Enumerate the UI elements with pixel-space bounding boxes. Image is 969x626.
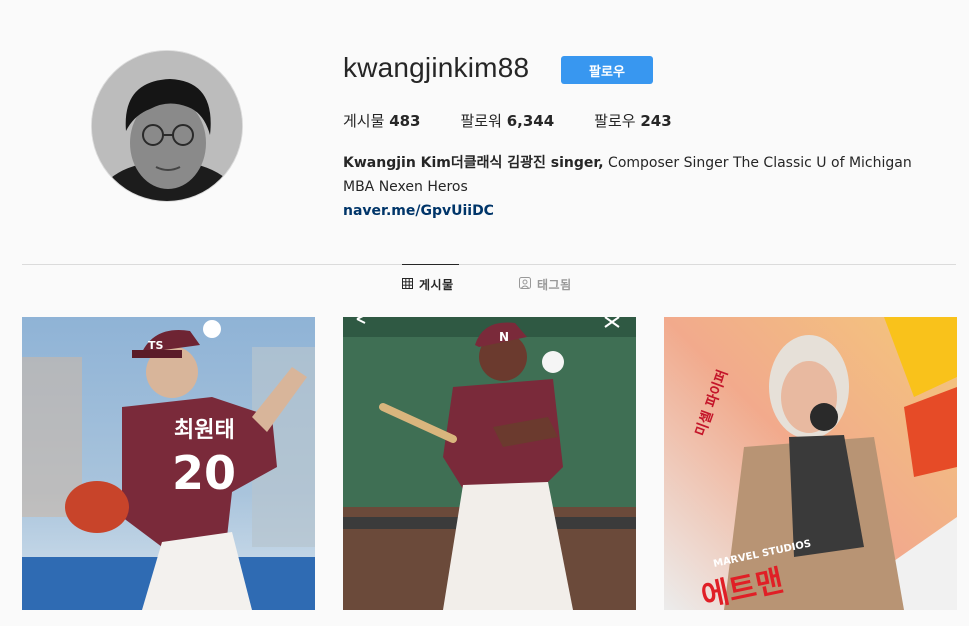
profile-avatar xyxy=(91,50,243,202)
post-thumbnail-3[interactable]: 미셸 파이퍼 MARVEL STUDIOS 에트맨 xyxy=(664,317,957,610)
post2-cap-text: N xyxy=(499,330,509,344)
stat-followers[interactable]: 팔로워 6,344 xyxy=(461,110,555,131)
post1-jersey-number: 20 xyxy=(172,446,236,500)
tabs-divider xyxy=(22,264,956,265)
stat-posts-label: 게시물 xyxy=(343,112,385,130)
post-thumbnail-2[interactable]: N xyxy=(343,317,636,610)
stat-posts-count: 483 xyxy=(389,112,421,130)
follow-button[interactable]: 팔로우 xyxy=(561,56,653,84)
stat-following[interactable]: 팔로우 243 xyxy=(594,110,672,131)
bio-name: Kwangjin Kim더클래식 김광진 singer, xyxy=(343,155,604,171)
post1-cap-text: TS xyxy=(148,339,164,352)
stat-following-label: 팔로우 xyxy=(594,112,636,130)
stat-posts: 게시물 483 xyxy=(343,110,421,131)
tab-tagged[interactable]: 태그됨 xyxy=(519,264,572,304)
profile-username: kwangjinkim88 xyxy=(343,52,530,83)
tab-posts[interactable]: 게시물 xyxy=(402,264,459,304)
stat-followers-count: 6,344 xyxy=(506,112,555,130)
tab-tagged-label: 태그됨 xyxy=(537,277,572,292)
stat-following-count: 243 xyxy=(640,112,672,130)
grid-icon xyxy=(402,277,413,292)
stat-followers-label: 팔로워 xyxy=(460,112,502,130)
post1-jersey-name: 최원태 xyxy=(174,418,235,443)
profile-stats: 게시물 483 팔로워 6,344 팔로우 243 xyxy=(343,110,712,131)
profile-bio: Kwangjin Kim더클래식 김광진 singer, Composer Si… xyxy=(343,151,943,223)
tag-icon xyxy=(519,276,531,292)
tab-posts-label: 게시물 xyxy=(419,278,454,292)
bio-link[interactable]: naver.me/GpvUiiDC xyxy=(343,199,943,223)
post-thumbnail-1[interactable]: 최원태 20 TS xyxy=(22,317,315,610)
